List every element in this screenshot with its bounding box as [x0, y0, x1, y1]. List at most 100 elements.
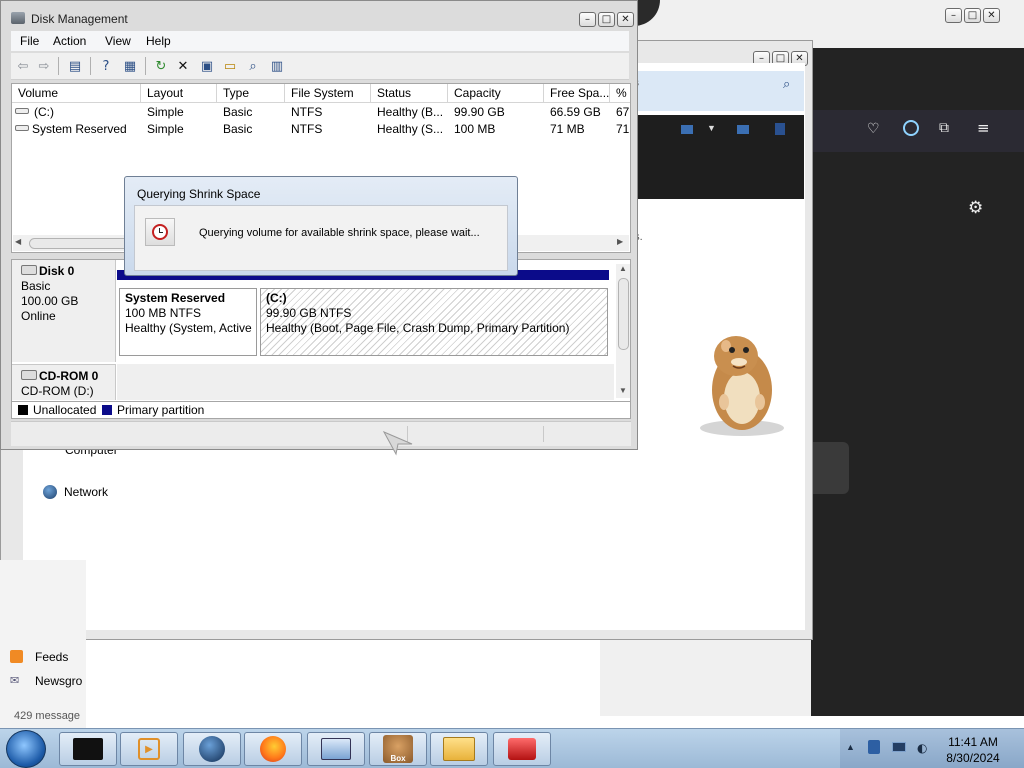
taskbar-app-network[interactable] [307, 732, 365, 766]
folder-icon [443, 737, 475, 761]
pocket-icon[interactable]: ♡ [867, 121, 880, 137]
tray-app-icon[interactable] [868, 740, 880, 754]
column-divider[interactable] [447, 84, 448, 102]
column-layout[interactable]: Layout [147, 86, 183, 100]
scroll-left-arrow-icon[interactable]: ◀ [15, 237, 21, 246]
taskbar-app-disk-tools[interactable] [493, 732, 551, 766]
cell-layout: Simple [147, 122, 184, 136]
search-volume-icon[interactable]: ⌕ [244, 57, 262, 75]
forward-arrow-icon[interactable]: ⇨ [35, 57, 53, 75]
column-divider[interactable] [609, 84, 610, 102]
network-tray-icon[interactable]: ◐ [917, 741, 927, 755]
minimize-button[interactable]: – [579, 12, 596, 27]
tray-expand-icon[interactable]: ▲ [846, 742, 855, 752]
cdrom-0-label[interactable]: CD-ROM 0 CD-ROM (D:) [12, 364, 116, 400]
menu-action[interactable]: Action [53, 34, 86, 48]
column-type[interactable]: Type [223, 86, 249, 100]
column-volume[interactable]: Volume [18, 86, 58, 100]
column-divider[interactable] [216, 84, 217, 102]
taskbar-app-firefox[interactable] [244, 732, 302, 766]
cell-file-system: NTFS [291, 122, 323, 136]
folder-icon[interactable] [681, 125, 693, 134]
taskbar-app-explorer[interactable] [430, 732, 488, 766]
delete-icon[interactable]: ✕ [174, 57, 192, 75]
disk-management-app-icon [11, 12, 25, 24]
toolbar-separator [90, 57, 91, 75]
window-controls: – □ ✕ [579, 12, 634, 27]
minimize-button[interactable]: – [945, 8, 962, 23]
table-row[interactable]: System Reserved Simple Basic NTFS Health… [12, 120, 630, 137]
feeds-label[interactable]: Feeds [35, 650, 68, 664]
taskbar-app-box[interactable]: Box [369, 732, 427, 766]
disk-0-label[interactable]: Disk 0 Basic 100.00 GB Online [12, 260, 116, 362]
clock[interactable]: 11:41 AM 8/30/2024 [936, 734, 1010, 766]
cell-volume: System Reserved [32, 122, 127, 136]
taskbar-app-media[interactable]: ▶ [120, 732, 178, 766]
properties-icon[interactable]: ▣ [198, 57, 216, 75]
scrollbar-thumb[interactable] [29, 238, 131, 249]
cell-capacity: 100 MB [454, 122, 496, 136]
window-title: Disk Management [31, 12, 128, 26]
scrollbar-thumb[interactable] [618, 278, 629, 350]
scroll-right-arrow-icon[interactable]: ▶ [617, 237, 623, 246]
column-capacity[interactable]: Capacity [454, 86, 501, 100]
properties-sheet-icon[interactable]: ▥ [268, 57, 286, 75]
gear-icon[interactable]: ⚙ [968, 198, 983, 218]
message-count: 429 message [14, 710, 81, 722]
firefox-icon [260, 736, 286, 762]
refresh-icon[interactable]: ↻ [152, 57, 170, 75]
console-tree-icon[interactable]: ▤ [66, 57, 84, 75]
partition-c-drive[interactable]: (C:) 99.90 GB NTFS Healthy (Boot, Page F… [260, 288, 608, 356]
menu-view[interactable]: View [105, 34, 131, 48]
help-icon[interactable]: ? [97, 57, 115, 75]
extensions-icon[interactable]: ⧉ [939, 120, 949, 136]
mail-app-strip: Feeds ✉ Newsgro 429 message [0, 560, 86, 730]
back-arrow-icon[interactable]: ⇦ [14, 57, 32, 75]
column-percent-free[interactable]: % [616, 86, 627, 100]
account-icon[interactable] [903, 120, 919, 136]
column-free-space[interactable]: Free Spa... [550, 86, 609, 100]
maximize-button[interactable]: □ [598, 12, 615, 27]
maximize-button[interactable]: □ [964, 8, 981, 23]
newsgroups-label[interactable]: Newsgro [35, 674, 82, 688]
menu-icon[interactable]: ≡ [977, 119, 990, 137]
display-icon[interactable] [892, 742, 906, 752]
menu-file[interactable]: File [20, 34, 39, 48]
browser-window-controls: – □ ✕ [945, 8, 1000, 23]
close-button[interactable]: ✕ [617, 12, 634, 27]
open-folder-icon[interactable]: ▭ [221, 57, 239, 75]
clock-time: 11:41 AM [948, 735, 998, 749]
toolbox-icon [508, 738, 536, 760]
partition-system-reserved[interactable]: System Reserved 100 MB NTFS Healthy (Sys… [119, 288, 257, 356]
explorer-search-bar[interactable]: ies ⌕ [621, 71, 804, 111]
menu-help[interactable]: Help [146, 34, 171, 48]
column-divider[interactable] [370, 84, 371, 102]
taskbar-app-terminal[interactable] [59, 732, 117, 766]
scroll-up-arrow-icon[interactable]: ▲ [619, 264, 627, 273]
taskbar-app-globe[interactable] [183, 732, 241, 766]
column-divider[interactable] [284, 84, 285, 102]
column-divider[interactable] [140, 84, 141, 102]
table-row[interactable]: (C:) Simple Basic NTFS Healthy (B... 99.… [12, 103, 630, 120]
close-button[interactable]: ✕ [983, 8, 1000, 23]
vertical-scrollbar[interactable]: ▲ ▼ [616, 264, 630, 398]
partition-size: 99.90 GB NTFS [266, 306, 352, 320]
folder-icon[interactable] [737, 125, 749, 134]
cell-free-space: 66.59 GB [550, 105, 601, 119]
column-status[interactable]: Status [377, 86, 411, 100]
cell-status: Healthy (B... [377, 105, 444, 119]
properties-pane-icon[interactable]: ▦ [121, 57, 139, 75]
rss-icon [10, 650, 23, 663]
legend-label-unallocated: Unallocated [33, 403, 97, 417]
search-icon[interactable]: ⌕ [783, 77, 790, 92]
start-button[interactable] [6, 730, 46, 768]
media-player-icon: ▶ [138, 738, 160, 760]
scroll-down-arrow-icon[interactable]: ▼ [619, 386, 627, 395]
browser-toolbar: ♡ ⧉ ≡ [811, 110, 1024, 152]
chevron-down-icon[interactable]: ▼ [707, 123, 716, 133]
file-icon[interactable] [775, 123, 785, 135]
legend-label-primary: Primary partition [117, 403, 205, 417]
column-divider[interactable] [543, 84, 544, 102]
globe-icon [43, 485, 57, 499]
column-file-system[interactable]: File System [291, 86, 354, 100]
